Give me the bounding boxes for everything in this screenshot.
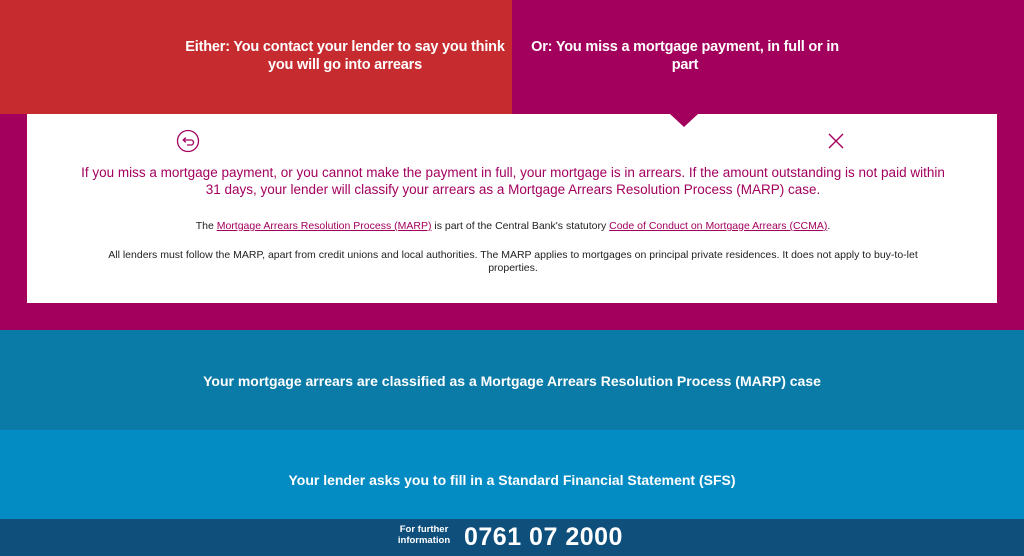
choice-row [0,0,1024,114]
classified-step-text[interactable]: Your mortgage arrears are classified as … [0,373,1024,389]
arrears-explanation: If you miss a mortgage payment, or you c… [81,165,945,197]
further-info-label: For further information [397,524,451,546]
either-option-text[interactable]: Either: You contact your lender to say y… [180,38,510,74]
marp-ccma-paragraph: The Mortgage Arrears Resolution Process … [60,220,966,233]
marp-link[interactable]: Mortgage Arrears Resolution Process (MAR… [217,220,432,232]
back-arrow-circle-icon[interactable] [176,129,200,153]
p1-middle: is part of the Central Bank's statutory [431,220,610,232]
p1-prefix: The [195,220,217,232]
phone-number[interactable]: 0761 07 2000 [464,522,623,552]
ccma-link[interactable]: Code of Conduct on Mortgage Arrears (CCM… [609,220,827,232]
p1-suffix: . [827,220,831,232]
card-pointer [670,114,698,127]
sfs-step-text[interactable]: Your lender asks you to fill in a Standa… [0,472,1024,488]
close-x-icon[interactable] [826,131,846,151]
or-option-text[interactable]: Or: You miss a mortgage payment, in full… [520,38,850,74]
lenders-paragraph: All lenders must follow the MARP, apart … [108,249,918,274]
